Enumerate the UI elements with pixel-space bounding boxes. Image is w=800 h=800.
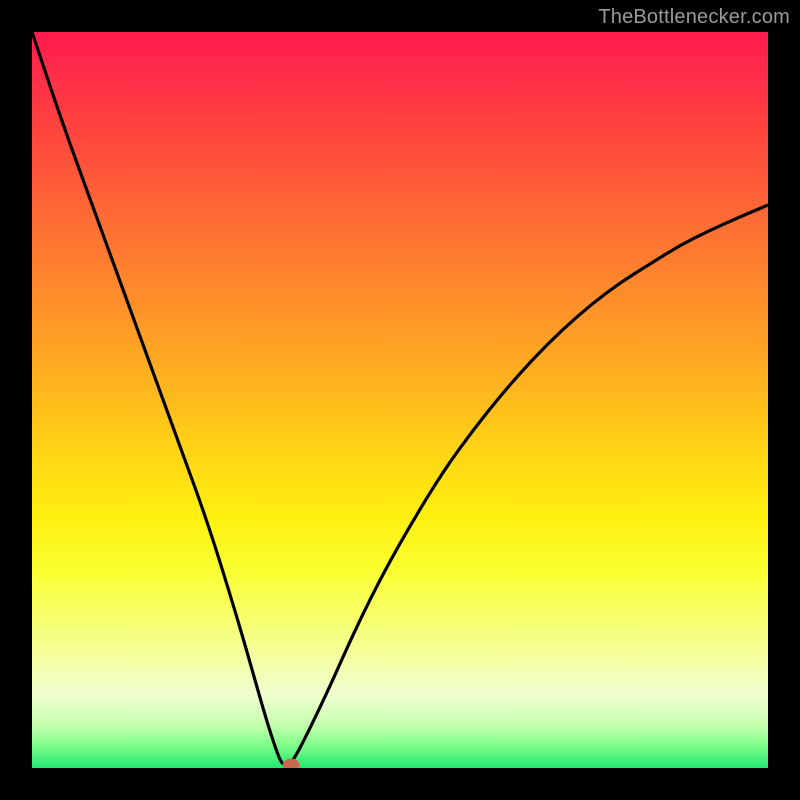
- curve-svg: [32, 32, 768, 768]
- optimum-marker: [283, 759, 299, 768]
- plot-area: [32, 32, 768, 768]
- watermark-text: TheBottlenecker.com: [598, 6, 790, 29]
- chart-frame: TheBottlenecker.com: [0, 0, 800, 800]
- bottleneck-curve: [32, 32, 768, 765]
